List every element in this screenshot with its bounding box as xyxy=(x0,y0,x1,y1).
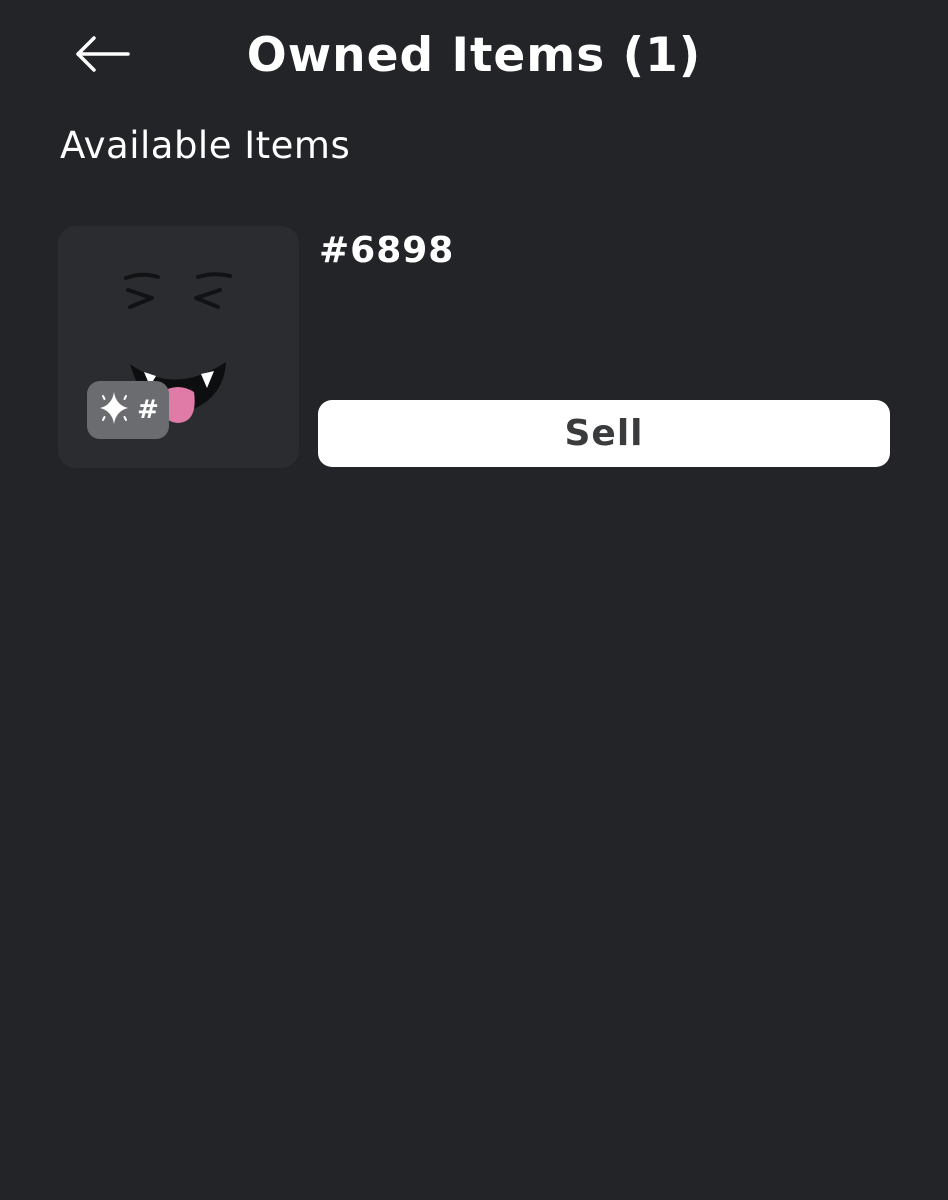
badge-hash-text: # xyxy=(137,395,159,425)
page-title: Owned Items (1) xyxy=(246,28,702,83)
item-thumbnail[interactable]: # xyxy=(58,226,299,468)
limited-badge: # xyxy=(87,381,169,439)
item-card: # #6898 Sell xyxy=(58,226,890,468)
item-name: #6898 xyxy=(319,230,455,271)
sell-button[interactable]: Sell xyxy=(318,400,890,467)
section-title: Available Items xyxy=(60,124,351,167)
sparkles-icon xyxy=(97,388,133,432)
